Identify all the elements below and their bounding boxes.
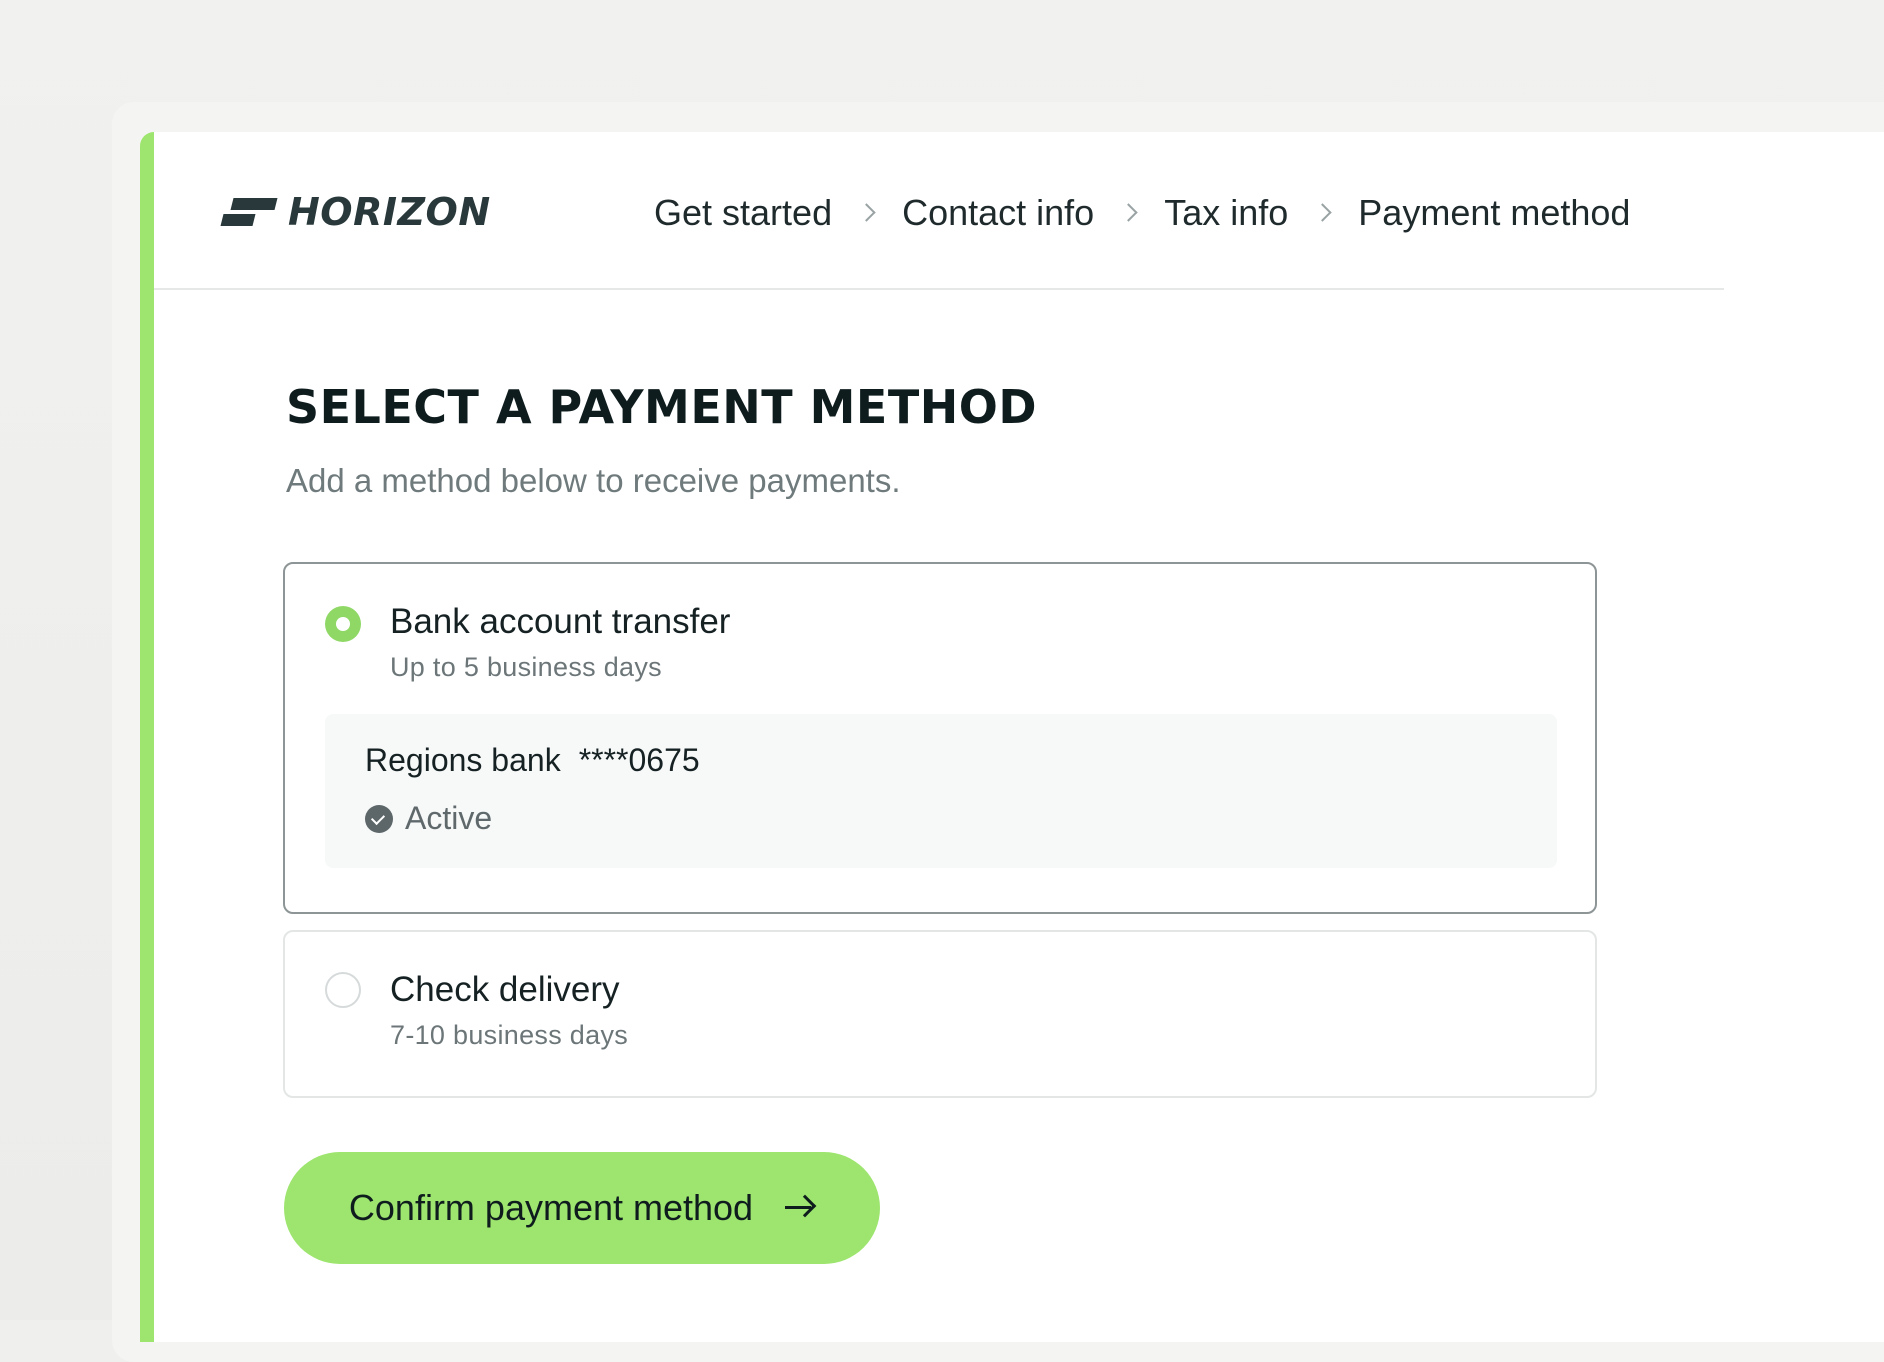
bank-account-details: Regions bank ****0675 Active [325,714,1557,868]
account-status: Active [365,800,492,837]
accent-stripe [140,132,154,1342]
chevron-right-icon [1288,193,1358,233]
arrow-right-icon [783,1194,817,1222]
option-title: Bank account transfer [390,602,731,641]
confirm-payment-method-button[interactable]: Confirm payment method [284,1152,880,1264]
check-circle-icon [365,804,393,833]
radio-selected[interactable] [325,606,361,642]
button-label: Confirm payment method [348,1187,754,1228]
option-title: Check delivery [390,970,620,1009]
chevron-right-icon [832,193,902,233]
payment-option-check-delivery[interactable]: Check delivery 7-10 business days [283,930,1597,1098]
option-subtitle: 7-10 business days [390,1020,629,1050]
logo-mark-icon [220,194,278,230]
step-payment-method[interactable]: Payment method [1358,192,1630,234]
header: HORIZON Get started Contact info Tax inf… [154,132,1724,290]
step-contact-info[interactable]: Contact info [902,192,1094,234]
radio-unselected[interactable] [325,972,361,1008]
option-subtitle: Up to 5 business days [390,652,662,682]
progress-steps: Get started Contact info Tax info Paymen… [654,188,1630,238]
page-subtitle: Add a method below to receive payments. [286,462,901,499]
payment-option-bank-transfer[interactable]: Bank account transfer Up to 5 business d… [283,562,1597,914]
bank-name: Regions bank [365,742,561,778]
account-number: ****0675 [578,742,700,778]
brand-logo[interactable]: HORIZON [220,190,491,234]
onboarding-card: HORIZON Get started Contact info Tax inf… [140,132,1884,1342]
page-title: SELECT A PAYMENT METHOD [286,380,1038,434]
brand-name: HORIZON [288,190,491,234]
step-get-started[interactable]: Get started [654,192,832,234]
chevron-right-icon [1094,193,1164,233]
status-label: Active [405,800,493,836]
step-tax-info[interactable]: Tax info [1164,192,1288,234]
